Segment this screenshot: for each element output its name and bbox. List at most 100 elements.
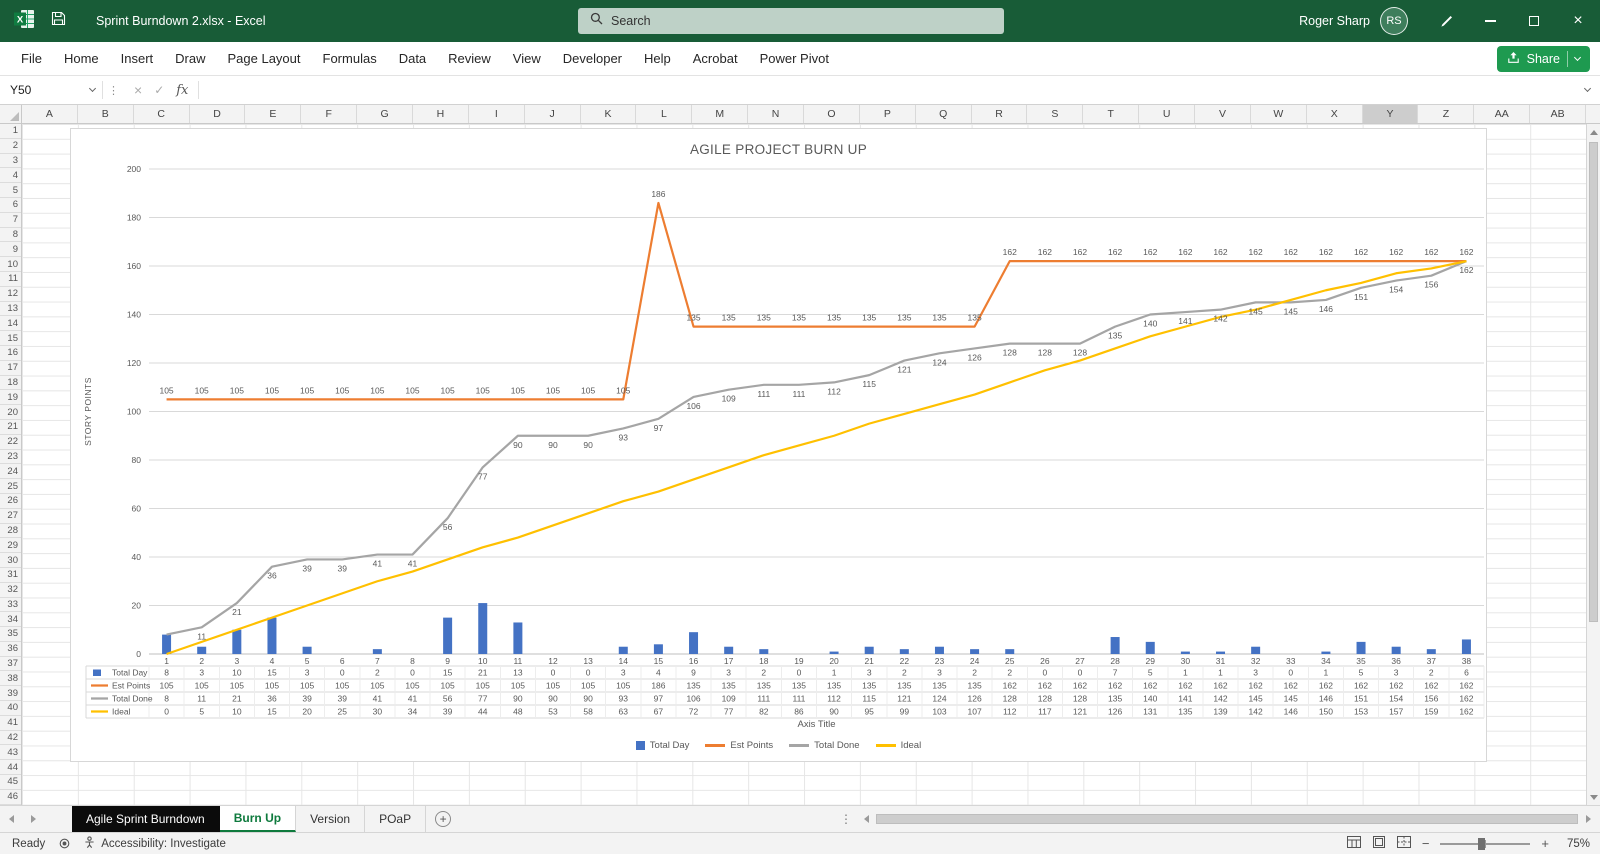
ribbon-tab-power-pivot[interactable]: Power Pivot (749, 42, 840, 75)
name-box-chevron-down-icon[interactable] (88, 84, 97, 93)
scroll-down-button[interactable] (1587, 789, 1600, 805)
legend-item-est-points[interactable]: Est Points (705, 740, 773, 751)
column-header-l[interactable]: L (636, 105, 693, 123)
sheet-tab-version[interactable]: Version (296, 806, 366, 832)
horizontal-scrollbar[interactable] (858, 806, 1600, 832)
row-header-39[interactable]: 39 (0, 686, 21, 702)
ribbon-tab-draw[interactable]: Draw (164, 42, 216, 75)
column-header-m[interactable]: M (692, 105, 749, 123)
select-all-button[interactable] (0, 105, 22, 123)
column-header-p[interactable]: P (860, 105, 916, 123)
chart-x-axis-title[interactable]: Axis Title (149, 719, 1484, 730)
row-header-45[interactable]: 45 (0, 775, 21, 790)
row-header-42[interactable]: 42 (0, 731, 21, 746)
row-header-11[interactable]: 11 (0, 272, 21, 287)
series-total-done-line[interactable] (166, 260, 1467, 636)
chart-legend[interactable]: Total Day Est Points Total Done Ideal (71, 740, 1486, 751)
series-total-day-bars[interactable] (162, 603, 1471, 654)
chart-title[interactable]: AGILE PROJECT BURN UP (71, 142, 1486, 157)
ribbon-tab-data[interactable]: Data (388, 42, 437, 75)
new-sheet-button[interactable]: + (426, 806, 460, 832)
sheet-tab-burn-up[interactable]: Burn Up (219, 806, 297, 832)
share-button[interactable]: Share (1496, 46, 1590, 72)
row-header-23[interactable]: 23 (0, 450, 21, 465)
column-header-ab[interactable]: AB (1530, 105, 1587, 123)
row-header-36[interactable]: 36 (0, 642, 21, 657)
row-header-41[interactable]: 41 (0, 716, 21, 731)
column-header-z[interactable]: Z (1418, 105, 1475, 123)
column-header-u[interactable]: U (1139, 105, 1196, 123)
formula-input[interactable] (199, 76, 1574, 104)
sheet-nav-right-button[interactable] (22, 806, 44, 832)
insert-function-icon[interactable]: fx (176, 83, 188, 98)
row-header-1[interactable]: 1 (0, 124, 21, 139)
row-header-17[interactable]: 17 (0, 361, 21, 376)
horizontal-scrollbar-thumb[interactable] (876, 814, 1578, 824)
legend-item-total-done[interactable]: Total Done (789, 740, 860, 751)
row-header-37[interactable]: 37 (0, 657, 21, 672)
row-header-8[interactable]: 8 (0, 228, 21, 243)
row-header-27[interactable]: 27 (0, 509, 21, 524)
column-header-c[interactable]: C (134, 105, 190, 123)
name-box[interactable] (0, 76, 102, 104)
vertical-scrollbar[interactable] (1586, 124, 1600, 805)
ribbon-tab-view[interactable]: View (502, 42, 552, 75)
column-header-r[interactable]: R (972, 105, 1028, 123)
column-header-h[interactable]: H (413, 105, 469, 123)
column-header-k[interactable]: K (581, 105, 637, 123)
scroll-right-button[interactable] (1580, 815, 1596, 823)
ribbon-tab-developer[interactable]: Developer (552, 42, 633, 75)
normal-view-icon[interactable] (1346, 836, 1361, 851)
column-header-y[interactable]: Y (1362, 105, 1419, 123)
row-header-35[interactable]: 35 (0, 627, 21, 642)
row-header-9[interactable]: 9 (0, 242, 21, 258)
user-avatar[interactable]: RS (1380, 7, 1408, 35)
zoom-out-button[interactable]: − (1422, 836, 1430, 851)
row-header-6[interactable]: 6 (0, 198, 21, 213)
row-header-13[interactable]: 13 (0, 302, 21, 317)
chart-data-table[interactable] (85, 665, 1485, 719)
row-header-21[interactable]: 21 (0, 420, 21, 435)
column-header-o[interactable]: O (804, 105, 860, 123)
legend-item-ideal[interactable]: Ideal (875, 740, 921, 751)
ribbon-tab-file[interactable]: File (10, 42, 53, 75)
expand-formula-bar-button[interactable] (1574, 76, 1600, 104)
row-header-43[interactable]: 43 (0, 745, 21, 761)
row-header-31[interactable]: 31 (0, 568, 21, 583)
row-header-12[interactable]: 12 (0, 287, 21, 302)
row-header-24[interactable]: 24 (0, 464, 21, 480)
column-header-q[interactable]: Q (916, 105, 972, 123)
ribbon-tab-home[interactable]: Home (53, 42, 110, 75)
page-layout-view-icon[interactable] (1372, 836, 1386, 851)
maximize-button[interactable] (1512, 0, 1556, 42)
row-header-44[interactable]: 44 (0, 760, 21, 776)
column-header-n[interactable]: N (748, 105, 805, 123)
column-header-j[interactable]: J (525, 105, 581, 123)
column-header-d[interactable]: D (190, 105, 246, 123)
row-header-5[interactable]: 5 (0, 183, 21, 198)
row-header-38[interactable]: 38 (0, 671, 21, 687)
excel-app-icon[interactable]: X (14, 9, 35, 34)
sheet-tab-agile-sprint-burndown[interactable]: Agile Sprint Burndown (72, 806, 220, 832)
close-button[interactable]: × (1556, 0, 1600, 42)
accessibility-status[interactable]: Accessibility: Investigate (84, 836, 226, 851)
row-header-25[interactable]: 25 (0, 479, 21, 494)
row-header-46[interactable]: 46 (0, 790, 21, 805)
column-header-i[interactable]: I (469, 105, 525, 123)
row-header-4[interactable]: 4 (0, 168, 21, 184)
search-bar[interactable] (578, 8, 1004, 34)
ribbon-tab-acrobat[interactable]: Acrobat (682, 42, 749, 75)
series-est-points-line[interactable] (166, 201, 1467, 401)
column-header-s[interactable]: S (1027, 105, 1084, 123)
row-header-33[interactable]: 33 (0, 598, 21, 613)
draw-pen-icon[interactable] (1424, 0, 1468, 42)
column-header-v[interactable]: V (1195, 105, 1251, 123)
row-header-29[interactable]: 29 (0, 538, 21, 554)
row-header-19[interactable]: 19 (0, 390, 21, 406)
row-header-7[interactable]: 7 (0, 213, 21, 228)
scroll-up-button[interactable] (1587, 124, 1600, 140)
chart[interactable]: 0 20 40 60 80 100 120 140 160 180 200 STORY POINTS 1… (70, 128, 1487, 762)
row-header-20[interactable]: 20 (0, 405, 21, 420)
confirm-entry-icon[interactable]: ✓ (154, 83, 164, 97)
column-header-a[interactable]: A (22, 105, 78, 123)
